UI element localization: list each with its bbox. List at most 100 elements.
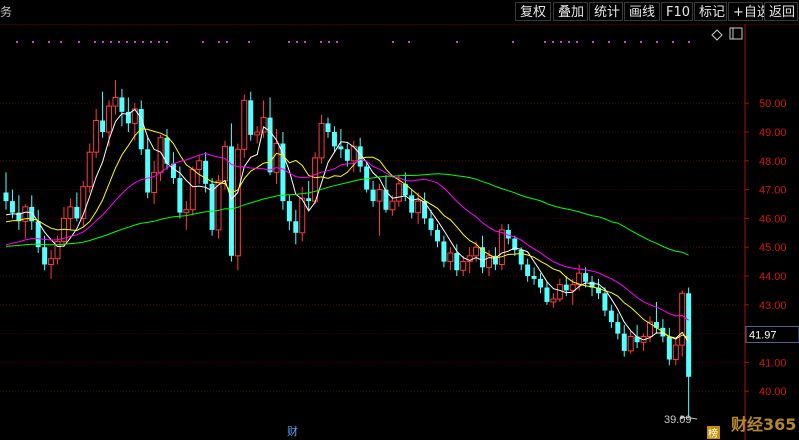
event-dot: [456, 41, 458, 43]
event-dot: [560, 41, 562, 43]
candle-body: [666, 336, 672, 360]
event-dot: [226, 41, 228, 43]
candle-body: [145, 149, 151, 193]
event-dot: [202, 41, 204, 43]
corner-text: 务: [0, 5, 13, 19]
candle-body: [576, 272, 583, 286]
finance-marker: 财: [287, 424, 298, 438]
overlay-button[interactable]: 叠加: [553, 2, 588, 21]
event-dot: [568, 41, 570, 43]
candle-body: [248, 100, 254, 135]
candle-body: [686, 293, 692, 377]
candle-body: [254, 131, 261, 136]
event-dot: [640, 41, 642, 43]
candle-body: [460, 261, 467, 271]
candle-body: [615, 322, 621, 334]
candle-body: [531, 276, 537, 279]
event-dot: [512, 41, 514, 43]
y-tick-label: 41.00: [759, 357, 787, 369]
candle-body: [627, 335, 634, 352]
candle-body: [241, 99, 248, 150]
draw-line-button[interactable]: 画线: [624, 2, 660, 21]
candle-body: [441, 241, 447, 262]
candle-body: [409, 195, 415, 213]
candle-body: [338, 146, 344, 150]
event-dot: [408, 41, 410, 43]
candle-body: [42, 247, 48, 265]
event-dot: [102, 41, 104, 43]
event-dot: [134, 41, 136, 43]
candle-body: [312, 157, 319, 202]
event-dot: [110, 41, 112, 43]
event-dot: [248, 41, 250, 43]
diamond-icon: [711, 29, 723, 41]
candle-body: [183, 209, 190, 214]
event-dot: [608, 41, 610, 43]
candle-body: [325, 123, 331, 132]
candle-body: [67, 206, 74, 219]
event-dot: [60, 41, 62, 43]
candle-body: [679, 292, 686, 346]
y-tick-label: 43.00: [759, 300, 787, 312]
stats-button[interactable]: 统计: [589, 2, 623, 21]
event-dot: [304, 41, 306, 43]
event-dot: [142, 41, 144, 43]
candle-body: [608, 310, 614, 323]
candle-body: [473, 246, 480, 257]
y-tick-label: 44.00: [759, 271, 787, 283]
y-tick-label: 46.00: [759, 213, 787, 225]
watermark: 财经365: [730, 415, 796, 434]
back-button[interactable]: 返回: [764, 2, 798, 21]
candle-body: [370, 189, 376, 202]
chart-toolbar: 务 复权 叠加 统计 画线 F10 标记 +自选 返回: [0, 0, 799, 25]
candle-body: [203, 160, 209, 184]
event-dot: [218, 41, 220, 43]
candle-body: [428, 218, 434, 230]
candle-body: [170, 163, 176, 179]
candle-body: [306, 198, 312, 202]
candle-body: [538, 278, 544, 288]
candle-body: [9, 201, 15, 213]
corner-badge: 榜: [708, 427, 718, 440]
candle-body: [3, 192, 9, 202]
event-dot: [118, 41, 120, 43]
candle-body: [119, 97, 125, 112]
candle-body: [267, 117, 273, 173]
kline-chart[interactable]: 40.0041.0042.0043.0044.0045.0046.0047.00…: [0, 24, 799, 440]
candle-body: [221, 145, 228, 182]
min-price-label: 39.09: [664, 414, 692, 426]
candle-body: [544, 287, 550, 302]
event-dot: [126, 41, 128, 43]
fuquan-button[interactable]: 复权: [515, 2, 551, 21]
event-dot: [288, 41, 290, 43]
candle-body: [196, 160, 203, 170]
candle-body: [434, 229, 440, 242]
mark-button[interactable]: 标记: [694, 2, 727, 21]
candle-body: [100, 120, 106, 132]
candle-body: [112, 96, 119, 107]
candle-body: [518, 250, 524, 265]
event-dot: [296, 41, 298, 43]
event-dot: [544, 41, 546, 43]
candle-body: [672, 344, 679, 361]
candle-body: [344, 149, 350, 161]
ma20-line: [5, 152, 689, 321]
event-dot: [78, 41, 80, 43]
y-tick-label: 49.00: [759, 127, 787, 139]
candle-body: [602, 293, 608, 311]
event-dot: [656, 41, 658, 43]
candle-body: [422, 201, 428, 219]
window-icon: [729, 27, 743, 40]
f10-button[interactable]: F10: [661, 2, 693, 21]
candle-body: [525, 264, 531, 276]
event-dot: [94, 41, 96, 43]
candle-body: [569, 284, 576, 291]
candle-body: [280, 143, 286, 202]
candle-body: [86, 151, 93, 188]
add-watchlist-button[interactable]: +自选: [728, 2, 770, 21]
candle-body: [48, 258, 55, 265]
y-tick-label: 40.00: [759, 386, 787, 398]
candle-body: [389, 200, 396, 211]
event-dot: [328, 41, 330, 43]
y-tick-label: 45.00: [759, 242, 787, 254]
